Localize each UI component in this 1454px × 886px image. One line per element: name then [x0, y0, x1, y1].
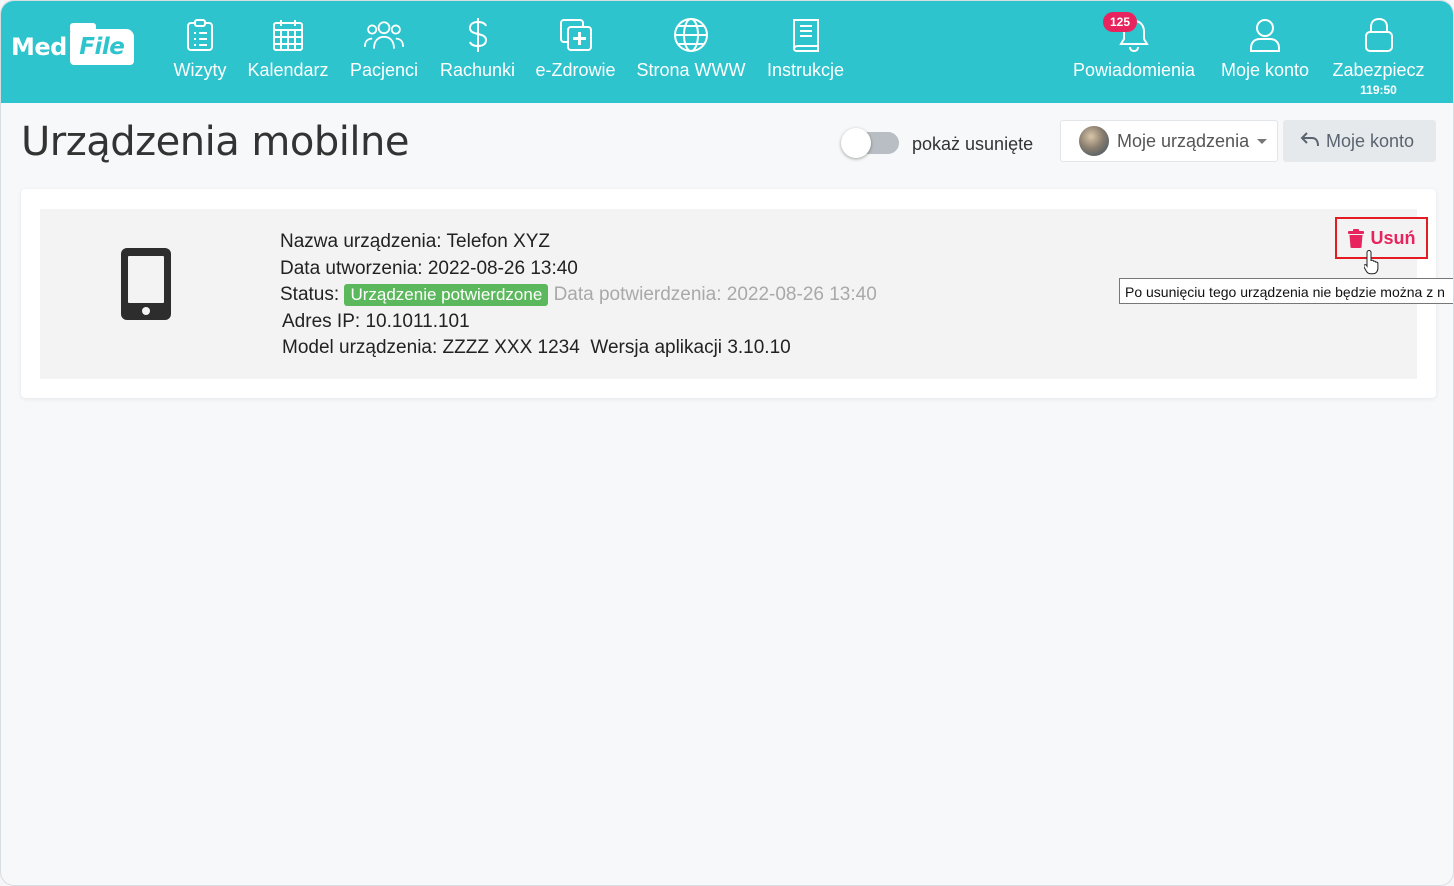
nav-label: Pacjenci [349, 60, 419, 80]
device-info: Nazwa urządzenia: Telefon XYZ Data utwor… [280, 229, 877, 362]
created-label: Data utworzenia: [280, 257, 423, 279]
trash-icon [1347, 228, 1364, 248]
nav-label: Wizyty [173, 60, 227, 80]
version-value: 3.10.10 [727, 337, 791, 358]
nav-label: Kalendarz [247, 60, 329, 80]
logo-file-box: File [69, 23, 134, 65]
nav-label: Moje konto [1220, 60, 1310, 80]
notification-badge: 125 [1103, 12, 1138, 32]
delete-tooltip: Po usunięciu tego urządzenia nie będzie … [1119, 278, 1453, 304]
devices-dropdown[interactable]: Moje urządzenia [1060, 120, 1278, 162]
device-ip-row: Adres IP: 10.1011.101 [280, 309, 877, 336]
model-label: Model urządzenia: [282, 337, 438, 358]
device-model-row: Model urządzenia: ZZZZ XXX 1234 Wersja a… [280, 335, 877, 362]
back-to-account-button[interactable]: Moje konto [1283, 120, 1436, 162]
users-icon [364, 15, 404, 55]
nav-strona-www[interactable]: Strona WWW [636, 1, 746, 103]
page-title: Urządzenia mobilne [21, 119, 409, 165]
medfile-logo[interactable]: Med File [11, 23, 134, 67]
nav-label: Zabezpiecz [1332, 60, 1425, 80]
logo-file-text: File [79, 34, 125, 60]
nav-label: Rachunki [439, 60, 516, 80]
created-value: 2022-08-26 13:40 [427, 257, 578, 279]
device-name-row: Nazwa urządzenia: Telefon XYZ [280, 229, 877, 256]
back-button-label: Moje konto [1326, 130, 1415, 151]
version-label: Wersja aplikacji [590, 337, 723, 358]
nav-e-zdrowie[interactable]: e-Zdrowie [534, 1, 617, 103]
device-name-label: Nazwa urządzenia: [280, 231, 442, 252]
caret-down-icon [1257, 138, 1268, 144]
nav-instrukcje[interactable]: Instrukcje [764, 1, 847, 103]
nav-label: Instrukcje [766, 60, 845, 80]
devices-dropdown-label: Moje urządzenia [1117, 130, 1250, 151]
confirmed-date: Data potwierdzenia: 2022-08-26 13:40 [553, 284, 877, 305]
device-created-row: Data utworzenia: 2022-08-26 13:40 [280, 256, 877, 283]
user-icon [1245, 15, 1285, 55]
status-label: Status: [280, 284, 340, 305]
globe-icon [671, 15, 711, 55]
nav-powiadomienia[interactable]: 125 Powiadomienia [1069, 1, 1199, 103]
status-badge: Urządzenie potwierdzone [344, 284, 549, 306]
device-status-row: Status: Urządzenie potwierdzone Data pot… [280, 282, 877, 309]
hand-pointer-icon [1363, 249, 1382, 280]
app-window: Med File Wizyty Kalendarz Pacjenci Rachu… [0, 0, 1454, 886]
calendar-icon [268, 15, 308, 55]
nav-kalendarz[interactable]: Kalendarz [246, 1, 330, 103]
avatar [1079, 126, 1109, 156]
nav-pacjenci[interactable]: Pacjenci [348, 1, 420, 103]
nav-label: Strona WWW [636, 60, 746, 80]
logo-med-text: Med [11, 33, 67, 61]
model-value: ZZZZ XXX 1234 [442, 337, 580, 358]
lock-icon [1359, 15, 1399, 55]
session-timer: 119:50 [1360, 83, 1397, 97]
nav-moje-konto[interactable]: Moje konto [1218, 1, 1312, 103]
nav-wizyty[interactable]: Wizyty [172, 1, 228, 103]
ip-value: 10.1011.101 [365, 310, 470, 332]
nav-label: e-Zdrowie [535, 60, 616, 80]
clipboard-list-icon [180, 15, 220, 55]
medical-plus-icon [556, 15, 596, 55]
delete-button-label: Usuń [1370, 227, 1416, 248]
nav-rachunki[interactable]: Rachunki [439, 1, 516, 103]
toggle-knob [841, 128, 871, 158]
device-name-value: Telefon XYZ [446, 231, 551, 252]
reply-arrow-icon [1300, 131, 1320, 152]
dollar-icon [458, 15, 498, 55]
ip-label: Adres IP: [282, 310, 361, 332]
top-navbar: Med File Wizyty Kalendarz Pacjenci Rachu… [1, 1, 1453, 103]
book-icon [786, 15, 826, 55]
mobile-phone-icon [120, 247, 172, 326]
show-deleted-toggle[interactable] [841, 128, 899, 158]
nav-zabezpiecz[interactable]: Zabezpiecz 119:50 [1330, 1, 1427, 103]
show-deleted-label[interactable]: pokaż usunięte [912, 134, 1033, 155]
nav-label: Powiadomienia [1072, 60, 1196, 80]
